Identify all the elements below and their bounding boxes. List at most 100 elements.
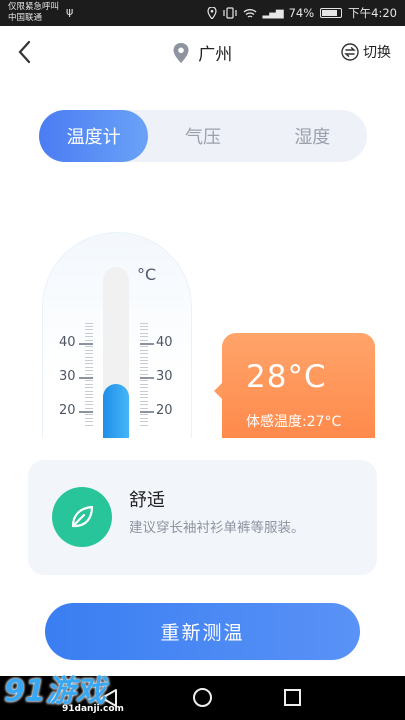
scale-tick-left	[85, 397, 93, 399]
carrier-info: 仅限紧急呼叫 中国联通	[8, 2, 59, 24]
status-icons: ▂▄▆ 74% 下午4:20	[206, 0, 397, 26]
signal-icon: ▂▄▆	[262, 7, 284, 19]
scale-tick-right	[140, 394, 148, 395]
carrier-emergency: 仅限紧急呼叫	[8, 2, 60, 12]
scale-tick-left	[79, 377, 93, 379]
scale-tick-right	[140, 414, 148, 416]
scale-tick-left	[85, 387, 93, 389]
scale-tick-right	[140, 424, 148, 426]
scale-tick-right	[140, 383, 148, 385]
mode-tabs: 温度计 气压 湿度	[39, 110, 367, 162]
scale-tick-right	[140, 329, 148, 331]
scale-tick-right	[140, 400, 148, 402]
scale-tick-left	[85, 346, 93, 348]
temperature-reading-bubble: 28°C 体感温度:27°C	[214, 333, 375, 438]
scale-tick-left	[85, 424, 93, 426]
battery-icon	[320, 8, 343, 18]
comfort-level: 舒适	[129, 490, 165, 511]
scale-tick-right	[140, 404, 148, 406]
scale-tick-left	[85, 326, 93, 327]
scale-tick-right	[140, 339, 148, 341]
scale-tick-left	[85, 360, 93, 361]
scale-tick-right	[140, 421, 148, 423]
scale-tick-left	[85, 370, 93, 372]
scale-tick-right	[140, 322, 148, 324]
mercury-level	[103, 383, 129, 438]
feels-like-temperature: 体感温度:27°C	[246, 414, 342, 430]
scale-tick-right	[140, 390, 148, 392]
scale-label-right-30: 30	[156, 369, 173, 384]
scale-tick-left	[85, 380, 93, 382]
watermark-site: 91danji.com	[62, 704, 124, 714]
tab-pressure[interactable]: 气压	[148, 110, 257, 162]
switch-icon	[341, 43, 359, 61]
scale-tick-right	[140, 336, 148, 338]
scale-tick-right	[140, 346, 148, 348]
scale-tick-left	[85, 414, 93, 416]
switch-city-button[interactable]: 切换	[341, 42, 391, 62]
scale-tick-left	[85, 329, 93, 331]
remeasure-button[interactable]: 重新测温	[45, 603, 360, 660]
scale-tick-left	[85, 404, 93, 406]
scale-tick-right	[140, 356, 148, 358]
scale-tick-left	[85, 356, 93, 358]
scale-tick-right	[140, 326, 148, 327]
scale-tick-right	[140, 332, 148, 334]
scale-tick-left	[79, 343, 93, 345]
scale-tick-right	[140, 343, 154, 345]
scale-tick-left	[85, 322, 93, 324]
clothing-advice-text: 建议穿长袖衬衫单裤等服装。	[129, 520, 305, 536]
scale-tick-left	[85, 394, 93, 395]
scale-tick-right	[140, 397, 148, 399]
scale-tick-left	[85, 373, 93, 375]
scale-tick-left	[85, 421, 93, 423]
scale-tick-left	[85, 366, 93, 368]
scale-tick-right	[140, 411, 154, 413]
city-name: 广州	[198, 45, 233, 65]
scale-label-right-40: 40	[156, 335, 173, 350]
scale-tick-right	[140, 373, 148, 375]
scale-tick-left	[85, 390, 93, 392]
location-pin-icon	[173, 43, 189, 63]
clock: 下午4:20	[348, 6, 397, 20]
scale-tick-right	[140, 366, 148, 368]
carrier-name: 中国联通	[8, 13, 43, 23]
tab-humidity[interactable]: 湿度	[258, 110, 367, 162]
thermometer-unit: °C	[137, 265, 157, 284]
scale-tick-left	[85, 349, 93, 351]
scale-tick-left	[85, 336, 93, 338]
scale-tick-left	[85, 353, 93, 355]
vibrate-icon	[222, 7, 237, 19]
temperature-value: 28°C	[246, 359, 327, 395]
battery-percent: 74%	[288, 6, 315, 20]
scale-tick-left	[85, 363, 93, 365]
scale-tick-right	[140, 407, 148, 409]
scale-tick-right	[140, 349, 148, 351]
scale-tick-left	[85, 332, 93, 334]
leaf-icon	[52, 487, 112, 547]
scale-tick-left	[85, 339, 93, 341]
scale-label-left-20: 20	[59, 403, 76, 418]
scale-tick-left	[85, 407, 93, 409]
nav-home-icon[interactable]	[193, 688, 212, 707]
scale-tick-left	[85, 400, 93, 402]
scale-tick-right	[140, 417, 148, 419]
scale-tick-left	[85, 383, 93, 385]
scale-tick-left	[79, 411, 93, 413]
scale-tick-right	[140, 387, 148, 389]
scale-tick-right	[140, 370, 148, 372]
scale-tick-right	[140, 363, 148, 365]
scale-tick-right	[140, 360, 148, 361]
clothing-advice-card: 舒适 建议穿长袖衬衫单裤等服装。	[28, 460, 377, 575]
nav-recents-icon[interactable]	[284, 689, 301, 706]
switch-label: 切换	[363, 45, 391, 61]
scale-label-right-20: 20	[156, 403, 173, 418]
scale-tick-left	[85, 417, 93, 419]
wifi-icon	[243, 8, 256, 18]
scale-tick-right	[140, 353, 148, 355]
scale-tick-right	[140, 377, 154, 379]
scale-label-left-30: 30	[59, 369, 76, 384]
tab-thermometer[interactable]: 温度计	[39, 110, 149, 162]
status-bar: 仅限紧急呼叫 中国联通 ψ ▂▄▆ 74% 下午4:20	[0, 0, 405, 26]
location-icon	[206, 7, 217, 19]
